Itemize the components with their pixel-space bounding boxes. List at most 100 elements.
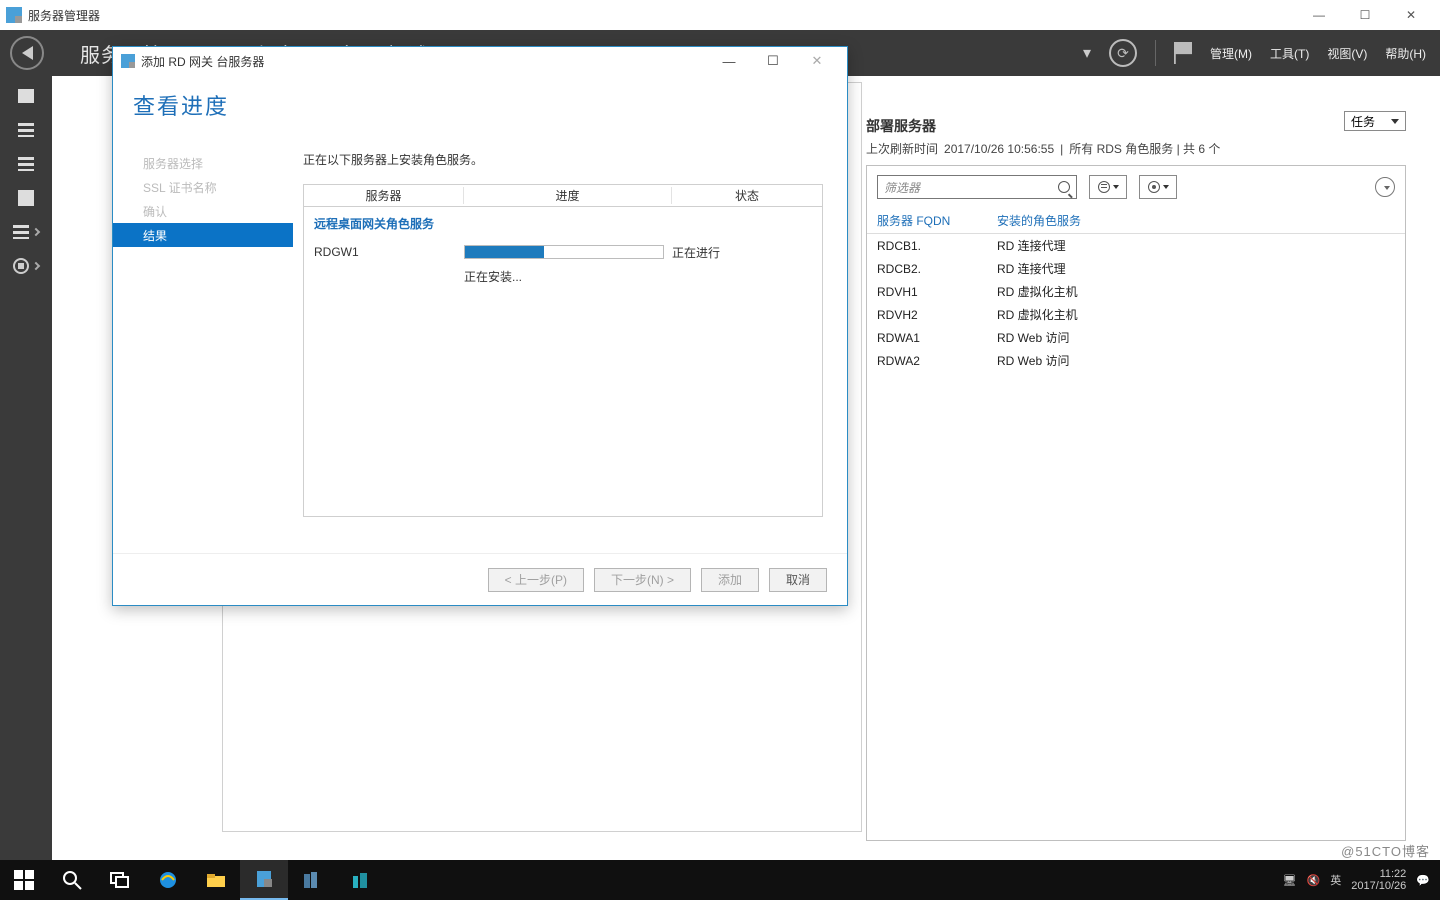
deployment-title: 部署服务器 xyxy=(866,116,1406,136)
dialog-maximize[interactable]: ☐ xyxy=(751,47,795,75)
cell-fqdn: RDVH2 xyxy=(877,308,997,322)
expand-toggle[interactable] xyxy=(1375,177,1395,197)
dialog-heading: 查看进度 xyxy=(133,89,827,121)
rail-crossed[interactable] xyxy=(0,254,52,278)
task-view[interactable] xyxy=(96,860,144,900)
chevron-right-icon xyxy=(32,262,40,270)
last-refresh-label: 上次刷新时间 xyxy=(866,140,938,157)
step-confirm: 确认 xyxy=(113,199,293,223)
chevron-right-icon xyxy=(32,228,40,236)
dashboard-icon xyxy=(18,89,34,103)
chevron-down-icon xyxy=(1113,185,1119,189)
dialog-minimize[interactable]: — xyxy=(707,47,751,75)
cell-fqdn: RDVH1 xyxy=(877,285,997,299)
search-icon xyxy=(1058,181,1070,193)
table-row[interactable]: RDWA2RD Web 访问 xyxy=(867,349,1405,372)
install-substate: 正在安装... xyxy=(464,268,812,285)
dialog-title: 添加 RD 网关 台服务器 xyxy=(141,53,264,70)
rail-dashboard[interactable] xyxy=(0,84,52,108)
save-query-button[interactable] xyxy=(1139,175,1177,199)
rail-local-server[interactable] xyxy=(0,118,52,142)
menu-help[interactable]: 帮助(H) xyxy=(1385,45,1426,62)
col-server: 服务器 xyxy=(304,187,464,204)
taskbar-app-1[interactable] xyxy=(288,860,336,900)
cell-role: RD 虚拟化主机 xyxy=(997,306,1395,323)
install-message: 正在以下服务器上安装角色服务。 xyxy=(303,151,823,168)
install-state: 正在进行 xyxy=(672,244,812,261)
servers-icon xyxy=(18,157,34,171)
window-close[interactable]: ✕ xyxy=(1388,0,1434,30)
tray-network-icon[interactable]: 🖥 xyxy=(1283,874,1297,887)
progress-bar xyxy=(464,245,664,259)
add-rd-gateway-dialog: 添加 RD 网关 台服务器 — ☐ ✕ 查看进度 服务器选择 SSL 证书名称 … xyxy=(112,46,848,606)
action-center-icon[interactable]: 💬 xyxy=(1416,874,1430,887)
ie-icon xyxy=(158,870,178,890)
taskbar-explorer[interactable] xyxy=(192,860,240,900)
table-row[interactable]: RDVH1RD 虚拟化主机 xyxy=(867,280,1405,303)
step-result[interactable]: 结果 xyxy=(113,223,293,247)
col-role[interactable]: 安装的角色服务 xyxy=(997,212,1395,229)
taskbar-ie[interactable] xyxy=(144,860,192,900)
menu-view[interactable]: 视图(V) xyxy=(1327,45,1367,62)
refresh-button[interactable]: ⟳ xyxy=(1109,39,1137,67)
building-icon xyxy=(350,870,370,890)
crossed-circle-icon xyxy=(13,258,29,274)
deployment-box: 筛选器 服务器 FQDN 安装的角色服务 RDCB1.RD 连接代理 RDCB2… xyxy=(866,165,1406,841)
add-button: 添加 xyxy=(701,568,759,592)
task-view-icon xyxy=(110,870,130,890)
prev-button: < 上一步(P) xyxy=(488,568,584,592)
window-controls: — ☐ ✕ xyxy=(1296,0,1434,30)
deployment-servers-panel: 部署服务器 任务 上次刷新时间 2017/10/26 10:56:55 | 所有… xyxy=(866,116,1406,832)
tasks-dropdown[interactable]: 任务 xyxy=(1344,111,1406,131)
window-minimize[interactable]: — xyxy=(1296,0,1342,30)
menu-manage[interactable]: 管理(M) xyxy=(1210,45,1252,62)
notifications-flag-icon[interactable] xyxy=(1174,42,1192,64)
col-progress: 进度 xyxy=(464,187,672,204)
rail-all-servers[interactable] xyxy=(0,152,52,176)
last-refresh-value: 2017/10/26 10:56:55 xyxy=(944,142,1054,156)
taskbar: 🖥 🔇 英 11:22 2017/10/26 💬 xyxy=(0,860,1440,900)
cancel-button[interactable]: 取消 xyxy=(769,568,827,592)
ime-indicator[interactable]: 英 xyxy=(1330,872,1341,888)
menu-tools[interactable]: 工具(T) xyxy=(1270,45,1309,62)
window-maximize[interactable]: ☐ xyxy=(1342,0,1388,30)
server-icon xyxy=(18,123,34,137)
rail-file-services[interactable] xyxy=(0,186,52,210)
chevron-down-icon xyxy=(1391,119,1399,124)
header-dropdown-caret[interactable]: ▾ xyxy=(1083,43,1091,63)
chevron-down-icon xyxy=(1163,185,1169,189)
server-manager-icon xyxy=(254,869,274,889)
taskbar-server-manager[interactable] xyxy=(240,860,288,900)
taskbar-app-2[interactable] xyxy=(336,860,384,900)
install-table-body: 远程桌面网关角色服务 RDGW1 正在进行 正在安装... xyxy=(303,207,823,517)
taskbar-search[interactable] xyxy=(48,860,96,900)
start-button[interactable] xyxy=(0,860,48,900)
folder-icon xyxy=(206,870,226,890)
col-fqdn[interactable]: 服务器 FQDN xyxy=(877,212,997,229)
table-row[interactable]: RDVH2RD 虚拟化主机 xyxy=(867,303,1405,326)
view-options-button[interactable] xyxy=(1089,175,1127,199)
dialog-titlebar[interactable]: 添加 RD 网关 台服务器 — ☐ ✕ xyxy=(113,47,847,75)
filter-input[interactable]: 筛选器 xyxy=(877,175,1077,199)
cell-role: RD Web 访问 xyxy=(997,329,1395,346)
rail-rds[interactable] xyxy=(0,220,52,244)
app-icon xyxy=(6,7,22,23)
table-row[interactable]: RDWA1RD Web 访问 xyxy=(867,326,1405,349)
cell-fqdn: RDWA1 xyxy=(877,331,997,345)
header-separator xyxy=(1155,40,1156,66)
table-row[interactable]: RDCB2.RD 连接代理 xyxy=(867,257,1405,280)
table-row[interactable]: RDCB1.RD 连接代理 xyxy=(867,234,1405,257)
step-server-select: 服务器选择 xyxy=(113,151,293,175)
taskbar-date[interactable]: 2017/10/26 xyxy=(1351,880,1406,892)
dialog-footer: < 上一步(P) 下一步(N) > 添加 取消 xyxy=(113,553,847,605)
filter-placeholder: 筛选器 xyxy=(884,179,920,196)
stack-icon xyxy=(302,870,322,890)
tray-volume-icon[interactable]: 🔇 xyxy=(1307,874,1321,887)
deployment-summary: 所有 RDS 角色服务 | 共 6 个 xyxy=(1069,140,1220,157)
taskbar-time[interactable]: 11:22 xyxy=(1351,868,1406,880)
back-button[interactable] xyxy=(10,36,44,70)
next-button: 下一步(N) > xyxy=(594,568,691,592)
install-server: RDGW1 xyxy=(314,245,464,259)
dialog-close[interactable]: ✕ xyxy=(795,47,839,75)
dialog-step-nav: 服务器选择 SSL 证书名称 确认 结果 xyxy=(113,127,293,553)
